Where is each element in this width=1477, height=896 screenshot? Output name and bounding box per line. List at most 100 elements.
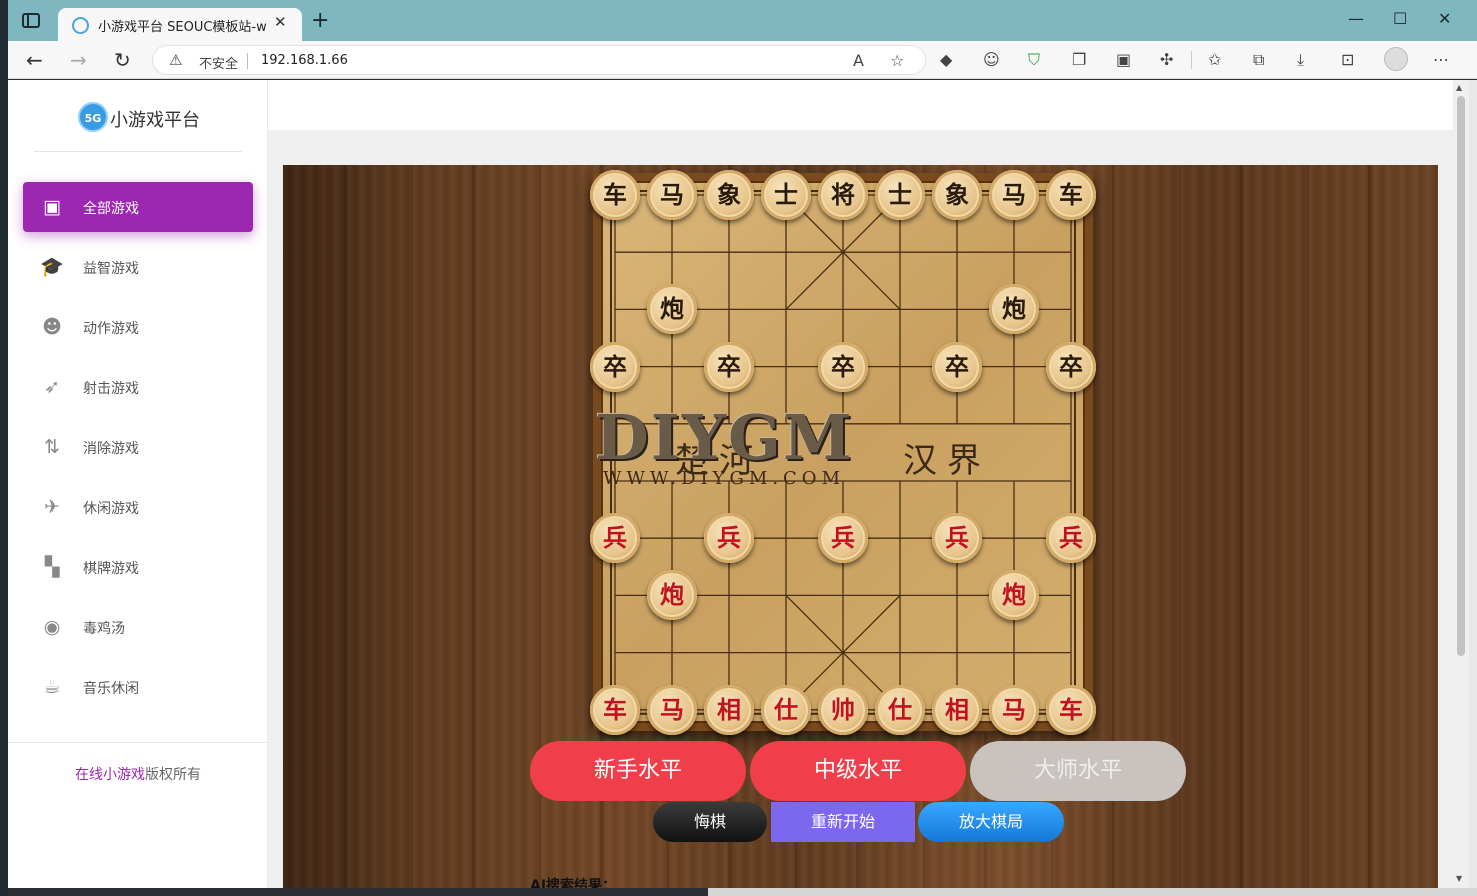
sidebar-divider [8,742,268,743]
red-piece[interactable]: 马 [647,684,697,735]
master-level-button[interactable]: 大师水平 [970,741,1186,801]
url-text[interactable]: 192.168.1.66 [261,53,348,68]
downloads-icon[interactable]: ⤓ [1297,50,1304,70]
black-pawn-piece[interactable]: 卒 [590,341,640,392]
red-pawn-piece[interactable]: 兵 [590,513,640,564]
black-piece[interactable]: 士 [875,170,925,220]
nav-label: 动作游戏 [83,321,139,337]
red-piece[interactable]: 车 [590,684,640,735]
red-piece[interactable]: 相 [932,684,982,735]
black-pawn-piece[interactable]: 卒 [704,341,754,392]
window-edge [1469,80,1477,888]
red-piece[interactable]: 车 [1046,684,1096,735]
read-aloud-icon[interactable]: A [853,51,864,70]
black-piece[interactable]: 车 [1046,170,1096,220]
chess-game-area: 楚河 汉界 车马象士将士象马车炮炮卒卒卒卒卒兵兵兵兵兵炮炮车马相仕帅仕相马车 D… [283,165,1438,888]
browser-tab[interactable]: 小游戏平台 SEOUC模板站-www.seouc.com ✕ [58,8,302,41]
black-pawn-piece[interactable]: 卒 [1046,341,1096,392]
copyright-link[interactable]: 在线小游戏 [75,767,145,783]
warning-icon[interactable]: ⚠ [169,51,182,69]
extension-game-icon[interactable]: ▣ [1116,50,1131,69]
copyright-text: 在线小游戏版权所有 [8,764,268,784]
restart-button[interactable]: 重新开始 [771,802,915,842]
black-piece[interactable]: 马 [989,170,1039,220]
nav-item-action-games[interactable]: ☻ 动作游戏 [23,302,253,352]
beginner-level-button[interactable]: 新手水平 [530,741,746,801]
more-menu-icon[interactable]: ⋯ [1433,50,1449,69]
add-favorite-icon[interactable]: ☆ [890,51,904,70]
intermediate-level-button[interactable]: 中级水平 [750,741,966,801]
copyright-suffix: 版权所有 [145,767,201,783]
coffee-cup-icon: ☕ [43,676,61,698]
rocket-icon: ➶ [44,376,60,398]
red-pawn-piece[interactable]: 兵 [1046,513,1096,564]
black-piece[interactable]: 将 [818,170,868,220]
vertical-scrollbar[interactable]: ▲ ▼ [1453,80,1469,888]
nav-item-board-games[interactable]: ▚ 棋牌游戏 [23,542,253,592]
collections-icon[interactable]: ⧉ [1253,50,1264,70]
extension-color-icon[interactable]: ◆ [940,50,952,69]
red-pawn-piece[interactable]: 兵 [818,513,868,564]
tab-title: 小游戏平台 SEOUC模板站-www.seouc.com [98,20,266,35]
nav-item-all-games[interactable]: ▣ 全部游戏 [23,182,253,232]
favorites-icon[interactable]: ✩ [1208,50,1221,69]
watermark-url: WWW.DIYGM.COM [603,468,845,489]
close-window-icon[interactable]: ✕ [1438,9,1451,28]
nav-item-shooting-games[interactable]: ➶ 射击游戏 [23,362,253,412]
red-piece[interactable]: 帅 [818,684,868,735]
extension-shield-icon[interactable]: ⛉ [1028,50,1040,70]
black-piece[interactable]: 马 [647,170,697,220]
nav-item-casual-games[interactable]: ✈ 休闲游戏 [23,482,253,532]
horizontal-scrollbar[interactable] [708,888,1477,896]
red-pawn-piece[interactable]: 兵 [704,513,754,564]
red-pawn-piece[interactable]: 兵 [932,513,982,564]
red-piece[interactable]: 马 [989,684,1039,735]
river-label-han: 汉界 [903,441,991,481]
undo-button[interactable]: 悔棋 [653,802,767,842]
twitch-icon: ▣ [43,196,61,218]
scroll-down-icon[interactable]: ▼ [1456,874,1462,883]
black-piece[interactable]: 车 [590,170,640,220]
page-viewport: 5G 小游戏平台 ▣ 全部游戏 🎓 益智游戏 ☻ 动作游戏 ➶ 射击游戏 ⇅ 消… [8,80,1453,888]
new-tab-icon[interactable]: + [311,10,329,32]
minimize-icon[interactable]: — [1348,9,1364,28]
watermark-logo: DIYGM [595,401,854,474]
scroll-thumb[interactable] [1457,96,1465,656]
black-piece[interactable]: 士 [761,170,811,220]
black-piece[interactable]: 象 [932,170,982,220]
red-piece[interactable]: 相 [704,684,754,735]
insecure-label[interactable]: 不安全 [199,53,238,72]
desktop-edge [0,0,8,896]
refresh-icon[interactable]: ↻ [114,48,131,72]
profile-avatar[interactable] [1384,47,1408,71]
user-circle-icon: ◉ [43,616,61,638]
tab-favicon-icon [72,17,89,34]
ai-search-result-label: AI搜索结果： [530,878,617,888]
nav-label: 消除游戏 [83,441,139,457]
black-pawn-piece[interactable]: 卒 [818,341,868,392]
extension-copy-icon[interactable]: ❐ [1072,50,1086,69]
nav-item-music-leisure[interactable]: ☕ 音乐休闲 [23,662,253,712]
forward-icon[interactable]: → [70,48,87,72]
reddit-icon: ☻ [42,316,62,338]
performance-icon[interactable]: ⊡ [1341,50,1354,69]
black-pawn-piece[interactable]: 卒 [932,341,982,392]
back-icon[interactable]: ← [26,48,43,72]
tab-sidebar-icon[interactable] [22,13,40,28]
graduation-cap-icon: 🎓 [40,256,64,278]
black-piece[interactable]: 象 [704,170,754,220]
tab-close-icon[interactable]: ✕ [274,13,287,31]
maximize-icon[interactable]: ☐ [1393,9,1407,28]
address-bar[interactable]: ⚠ 不安全 192.168.1.66 A ☆ [152,45,926,75]
nav-item-match-games[interactable]: ⇅ 消除游戏 [23,422,253,472]
nav-label: 休闲游戏 [83,501,139,517]
nav-item-puzzle-games[interactable]: 🎓 益智游戏 [23,242,253,292]
zoom-board-button[interactable]: 放大棋局 [918,802,1064,842]
bird-icon: ✈ [44,496,60,518]
red-piece[interactable]: 仕 [761,684,811,735]
nav-item-chicken-soup[interactable]: ◉ 毒鸡汤 [23,602,253,652]
extension-cat-icon[interactable]: ☺ [983,50,1000,69]
extensions-puzzle-icon[interactable]: ✣ [1160,50,1173,69]
red-piece[interactable]: 仕 [875,684,925,735]
scroll-up-icon[interactable]: ▲ [1456,83,1462,92]
